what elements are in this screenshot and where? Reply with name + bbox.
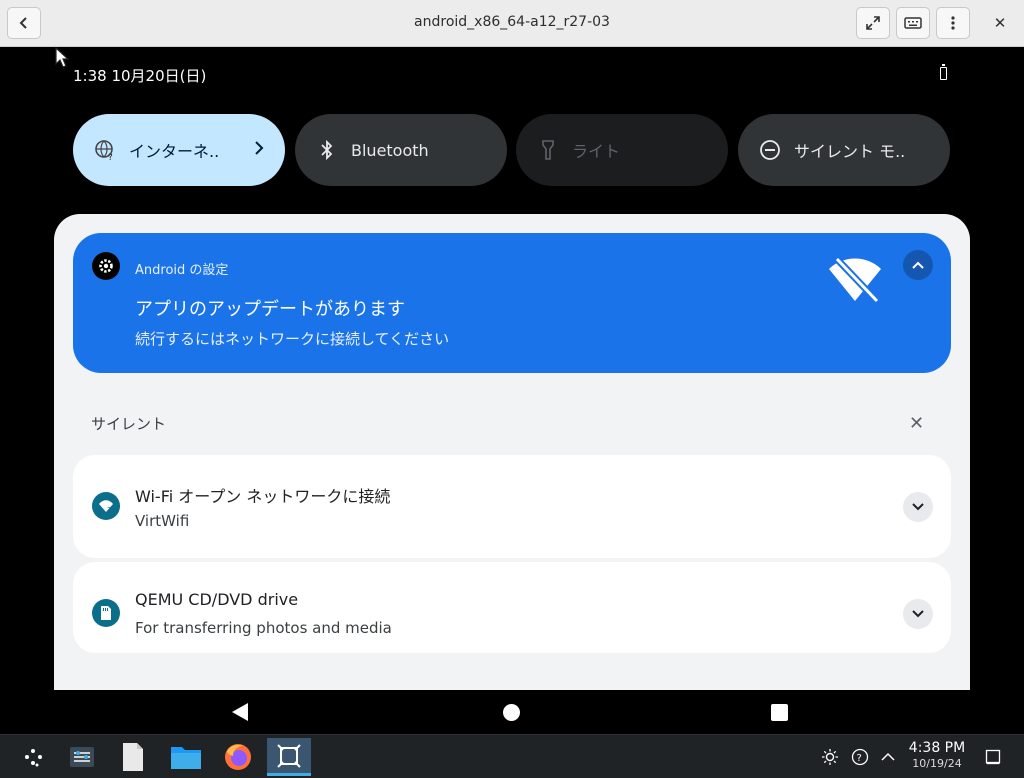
sd-card-icon <box>92 599 120 627</box>
notification-text: For transferring photos and media <box>135 619 392 637</box>
wifi-off-icon <box>829 255 882 305</box>
show-desktop-button[interactable] <box>983 747 1003 767</box>
nav-back-button[interactable] <box>232 703 248 721</box>
app-launcher-icon <box>25 749 42 767</box>
network-icon: ? <box>851 748 869 766</box>
menu-button[interactable] <box>936 7 970 39</box>
tray-expand-icon <box>881 752 895 761</box>
qs-tile-do-not-disturb[interactable]: サイレント モ.. <box>738 114 950 186</box>
close-icon: ✕ <box>993 14 1007 32</box>
brightness-button[interactable] <box>820 747 840 767</box>
notification-title: Wi-Fi オープン ネットワークに接続 <box>135 487 391 506</box>
expand-button[interactable] <box>903 492 933 522</box>
android-emulator-icon <box>277 743 301 768</box>
notification-text: 続行するにはネットワークに接続してください <box>135 330 450 348</box>
notification-text: VirtWifi <box>135 512 190 530</box>
taskbar-file-manager[interactable] <box>164 738 208 776</box>
network-button[interactable]: ? <box>850 747 870 767</box>
battery-icon <box>940 64 947 80</box>
notification-title: アプリのアップデートがあります <box>135 299 405 320</box>
nav-home-button[interactable] <box>503 704 520 721</box>
android-navigation-bar <box>0 690 1024 734</box>
silent-section-label: サイレント <box>91 415 167 433</box>
taskbar-firefox[interactable] <box>216 738 260 776</box>
qs-tile-internet[interactable]: ? インターネ.. <box>73 114 285 186</box>
keyboard-icon <box>904 17 922 29</box>
taskbar-android-emulator[interactable] <box>267 738 311 776</box>
fullscreen-button[interactable] <box>856 7 890 39</box>
do-not-disturb-icon <box>758 138 782 162</box>
taskbar-clock[interactable]: 4:38 PM 10/19/24 <box>904 740 970 770</box>
qs-tile-flashlight[interactable]: ライト <box>516 114 728 186</box>
app-launcher-button[interactable] <box>12 738 56 776</box>
gear-icon <box>92 252 120 280</box>
internet-icon: ? <box>93 138 117 162</box>
collapse-button[interactable] <box>903 250 933 280</box>
file-manager-icon <box>171 747 201 769</box>
notification-title: QEMU CD/DVD drive <box>135 590 299 609</box>
android-screen: 1:38 10月20日(日) ? インターネ.. Bluetooth ライト サ… <box>0 47 1024 734</box>
wifi-question-icon: ? <box>92 492 120 520</box>
qs-tile-label: ライト <box>572 142 621 161</box>
notification-wifi-open-network[interactable]: ? Wi-Fi オープン ネットワークに接続 VirtWifi <box>73 455 951 558</box>
chevron-right-icon <box>255 141 264 155</box>
brightness-icon <box>822 749 838 765</box>
status-datetime: 1:38 10月20日(日) <box>73 67 207 85</box>
nav-recents-button[interactable] <box>771 704 788 721</box>
kebab-menu-icon <box>951 16 955 30</box>
notification-update-available[interactable]: Android の設定 アプリのアップデートがあります 続行するにはネットワーク… <box>73 233 951 373</box>
clock-date: 10/19/24 <box>912 757 962 770</box>
clear-silent-button[interactable]: ✕ <box>909 413 924 434</box>
taskbar-settings[interactable] <box>60 738 104 776</box>
show-desktop-icon <box>985 749 1001 765</box>
qs-tile-label: Bluetooth <box>351 140 429 160</box>
expand-button[interactable] <box>903 599 933 629</box>
taskbar-text-editor[interactable] <box>111 738 155 776</box>
text-editor-icon <box>123 743 143 771</box>
settings-icon <box>70 747 94 767</box>
desktop-taskbar: ? 4:38 PM 10/19/24 <box>0 734 1024 778</box>
flashlight-icon <box>536 138 560 162</box>
svg-text:?: ? <box>107 506 111 513</box>
mouse-cursor-icon <box>55 46 70 68</box>
bluetooth-icon <box>315 138 339 162</box>
qs-tile-bluetooth[interactable]: Bluetooth <box>295 114 507 186</box>
close-icon: ✕ <box>909 413 925 434</box>
chevron-down-icon <box>912 503 924 511</box>
firefox-icon <box>225 744 251 770</box>
expand-icon <box>866 16 880 30</box>
chevron-up-icon <box>912 261 924 269</box>
svg-text:?: ? <box>108 153 113 161</box>
chevron-down-icon <box>912 610 924 618</box>
window-titlebar: android_x86_64-a12_r27-03 ✕ <box>0 0 1024 47</box>
close-button[interactable]: ✕ <box>984 7 1016 39</box>
notification-app-name: Android の設定 <box>135 263 229 278</box>
qs-tile-label: サイレント モ.. <box>794 142 906 161</box>
svg-text:?: ? <box>857 753 862 764</box>
tray-expand-button[interactable] <box>878 747 898 767</box>
keyboard-button[interactable] <box>896 7 930 39</box>
clock-time: 4:38 PM <box>908 740 966 756</box>
notification-qemu-drive[interactable]: QEMU CD/DVD drive For transferring photo… <box>73 562 951 653</box>
qs-tile-label: インターネ.. <box>129 142 220 161</box>
